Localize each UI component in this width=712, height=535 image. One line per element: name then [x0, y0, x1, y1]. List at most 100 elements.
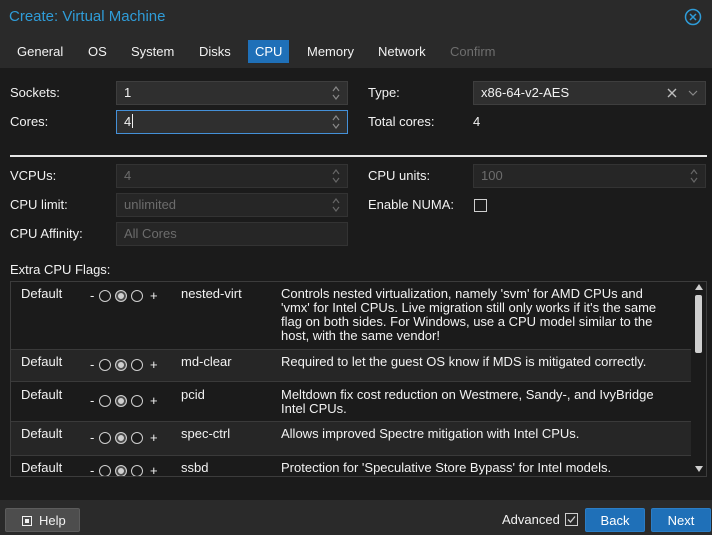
tab-os[interactable]: OS: [81, 40, 114, 63]
off-label: -: [90, 357, 95, 372]
type-label: Type:: [368, 85, 400, 100]
tab-general[interactable]: General: [10, 40, 70, 63]
flag-toggle-group: - +: [90, 463, 162, 477]
flag-default-radio[interactable]: [115, 395, 127, 407]
flag-name: nested-virt: [181, 286, 242, 301]
spinner-icon[interactable]: [331, 85, 341, 101]
table-row: Default - + md-clear Required to let the…: [11, 350, 691, 382]
flag-default-radio[interactable]: [115, 290, 127, 302]
tab-disks[interactable]: Disks: [192, 40, 238, 63]
enable-numa-label: Enable NUMA:: [368, 197, 454, 212]
sockets-field[interactable]: 1: [116, 81, 348, 105]
vcpus-value: 4: [124, 168, 132, 183]
cpu-limit-field[interactable]: unlimited: [116, 193, 348, 217]
flag-name: pcid: [181, 387, 205, 402]
tab-bar: General OS System Disks CPU Memory Netwo…: [0, 35, 712, 68]
window-titlebar: Create: Virtual Machine: [0, 0, 712, 35]
flag-on-radio[interactable]: [131, 290, 143, 302]
cpu-limit-value: unlimited: [124, 197, 177, 212]
cpu-affinity-field[interactable]: All Cores: [116, 222, 348, 246]
flag-on-radio[interactable]: [131, 465, 143, 476]
advanced-checkbox[interactable]: [565, 513, 578, 526]
tab-memory[interactable]: Memory: [300, 40, 361, 63]
flag-default-radio[interactable]: [115, 465, 127, 476]
flag-toggle-group: - +: [90, 288, 162, 304]
cpu-flags-grid: Default - + nested-virt Controls nested …: [10, 281, 707, 477]
close-icon[interactable]: [684, 8, 702, 26]
on-label: +: [150, 430, 158, 445]
sockets-label: Sockets:: [10, 85, 60, 100]
cores-label: Cores:: [10, 114, 49, 129]
flags-scrollbar[interactable]: [692, 282, 706, 476]
flag-toggle-group: - +: [90, 357, 162, 373]
cpu-units-field[interactable]: 100: [473, 164, 706, 188]
flag-description: Required to let the guest OS know if MDS…: [281, 354, 647, 369]
table-row: Default - + ssbd Protection for 'Specula…: [11, 456, 691, 477]
on-label: +: [150, 357, 158, 372]
flag-description: Allows improved Spectre mitigation with …: [281, 426, 580, 441]
scroll-down-icon[interactable]: [695, 466, 703, 472]
sockets-value: 1: [124, 85, 132, 100]
section-separator: [10, 155, 707, 157]
cpu-affinity-placeholder: All Cores: [124, 226, 177, 241]
flag-state: Default: [21, 426, 63, 441]
enable-numa-checkbox[interactable]: [474, 199, 487, 212]
spinner-icon[interactable]: [331, 168, 341, 184]
flag-description: Controls nested virtualization, namely '…: [281, 286, 657, 343]
extra-cpu-flags-label: Extra CPU Flags:: [10, 262, 111, 277]
flag-state: Default: [21, 387, 63, 402]
help-icon: [22, 516, 32, 526]
cpu-type-combobox[interactable]: x86-64-v2-AES: [473, 81, 706, 105]
flag-off-radio[interactable]: [99, 465, 111, 476]
flag-description: Meltdown fix cost reduction on Westmere,…: [281, 387, 654, 416]
flag-default-radio[interactable]: [115, 432, 127, 444]
off-label: -: [90, 430, 95, 445]
tab-network[interactable]: Network: [371, 40, 433, 63]
flag-description: Protection for 'Speculative Store Bypass…: [281, 460, 612, 475]
flag-default-radio[interactable]: [115, 359, 127, 371]
help-label: Help: [39, 513, 66, 528]
spinner-icon[interactable]: [689, 168, 699, 184]
total-cores-label: Total cores:: [368, 114, 435, 129]
cpu-affinity-label: CPU Affinity:: [10, 226, 83, 241]
flag-state: Default: [21, 354, 63, 369]
flag-on-radio[interactable]: [131, 432, 143, 444]
flag-toggle-group: - +: [90, 393, 162, 409]
vcpus-label: VCPUs:: [10, 168, 57, 183]
flag-state: Default: [21, 460, 63, 475]
flag-off-radio[interactable]: [99, 359, 111, 371]
scroll-up-icon[interactable]: [695, 284, 703, 290]
tab-cpu[interactable]: CPU: [248, 40, 290, 63]
clear-icon[interactable]: [667, 88, 677, 98]
advanced-label: Advanced: [502, 512, 560, 527]
vcpus-field[interactable]: 4: [116, 164, 348, 188]
total-cores-value: 4: [473, 114, 481, 129]
window-title: Create: Virtual Machine: [9, 8, 166, 25]
flag-on-radio[interactable]: [131, 359, 143, 371]
text-cursor: [132, 114, 134, 128]
off-label: -: [90, 393, 95, 408]
on-label: +: [150, 393, 158, 408]
dialog-footer: Help Advanced Back Next: [0, 500, 712, 535]
spinner-icon[interactable]: [331, 197, 341, 213]
on-label: +: [150, 463, 158, 477]
off-label: -: [90, 463, 95, 477]
cores-field[interactable]: 4: [116, 110, 348, 134]
back-button[interactable]: Back: [585, 508, 645, 532]
flag-name: ssbd: [181, 460, 209, 475]
help-button[interactable]: Help: [5, 508, 80, 532]
scroll-thumb[interactable]: [695, 295, 702, 353]
cpu-panel: Sockets: 1 Type: x86-64-v2-AES Cores: 4 …: [0, 68, 712, 500]
table-row: Default - + nested-virt Controls nested …: [11, 282, 691, 350]
tab-system[interactable]: System: [124, 40, 181, 63]
cpu-units-value: 100: [481, 168, 503, 183]
flag-off-radio[interactable]: [99, 432, 111, 444]
chevron-down-icon[interactable]: [688, 90, 698, 97]
flag-off-radio[interactable]: [99, 290, 111, 302]
flag-on-radio[interactable]: [131, 395, 143, 407]
flag-name: spec-ctrl: [181, 426, 231, 441]
flag-off-radio[interactable]: [99, 395, 111, 407]
next-button[interactable]: Next: [651, 508, 711, 532]
table-row: Default - + pcid Meltdown fix cost reduc…: [11, 382, 691, 422]
spinner-icon[interactable]: [331, 114, 341, 130]
